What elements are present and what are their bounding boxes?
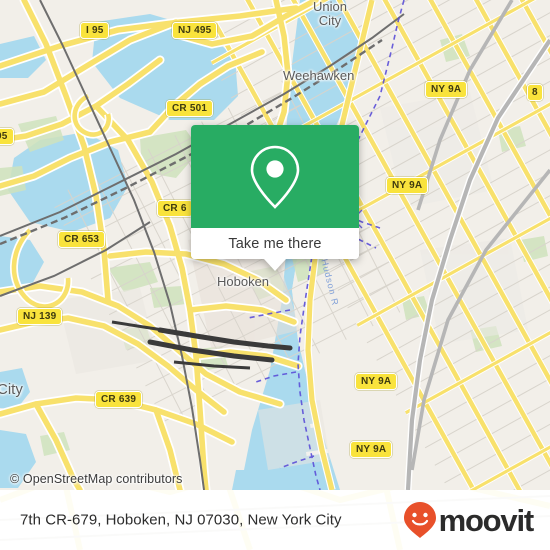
place-label-union-city: Union City	[300, 0, 360, 28]
shield-nj-139: NJ 139	[17, 308, 63, 325]
shield-95: 95	[0, 128, 14, 145]
shield-ny-9a-1: NY 9A	[425, 81, 468, 98]
place-label-weehawken: Weehawken	[283, 68, 355, 83]
place-label-line2: City	[318, 13, 342, 28]
footer-bar: 7th CR-679, Hoboken, NJ 07030, New York …	[0, 490, 550, 550]
destination-popup-card[interactable]: Take me there	[191, 125, 359, 271]
shield-nj-495: NJ 495	[172, 22, 218, 39]
osm-attribution[interactable]: © OpenStreetMap contributors	[10, 472, 183, 486]
moovit-logo[interactable]: moovit	[403, 501, 535, 539]
shield-cr-6: CR 6	[157, 200, 193, 217]
address-label: 7th CR-679, Hoboken, NJ 07030, New York …	[20, 511, 342, 529]
shield-ny-9a-3: NY 9A	[355, 373, 398, 390]
shield-cr-653: CR 653	[58, 231, 106, 248]
moovit-wordmark: moovit	[438, 502, 535, 538]
shield-cr-501: CR 501	[166, 100, 214, 117]
popup-icon-area	[191, 125, 359, 228]
place-label-line1: Union	[313, 0, 347, 14]
shield-i-95: I 95	[80, 22, 110, 39]
take-me-there-label: Take me there	[228, 235, 322, 252]
screenshot-root: Union City Weehawken Hoboken City Hudson…	[0, 0, 550, 550]
shield-ny-9a-2: NY 9A	[386, 177, 429, 194]
take-me-there-button[interactable]: Take me there	[191, 228, 359, 259]
shield-ny-9a-4: NY 9A	[350, 441, 393, 458]
place-label-hoboken: Hoboken	[217, 274, 270, 289]
map-pin-icon	[250, 145, 300, 209]
shield-route-8: 8	[527, 84, 543, 101]
moovit-smiley-pin-icon	[403, 502, 436, 538]
popup-pointer	[264, 259, 286, 271]
place-label-jersey-city: City	[0, 381, 23, 398]
shield-cr-639: CR 639	[95, 391, 143, 408]
